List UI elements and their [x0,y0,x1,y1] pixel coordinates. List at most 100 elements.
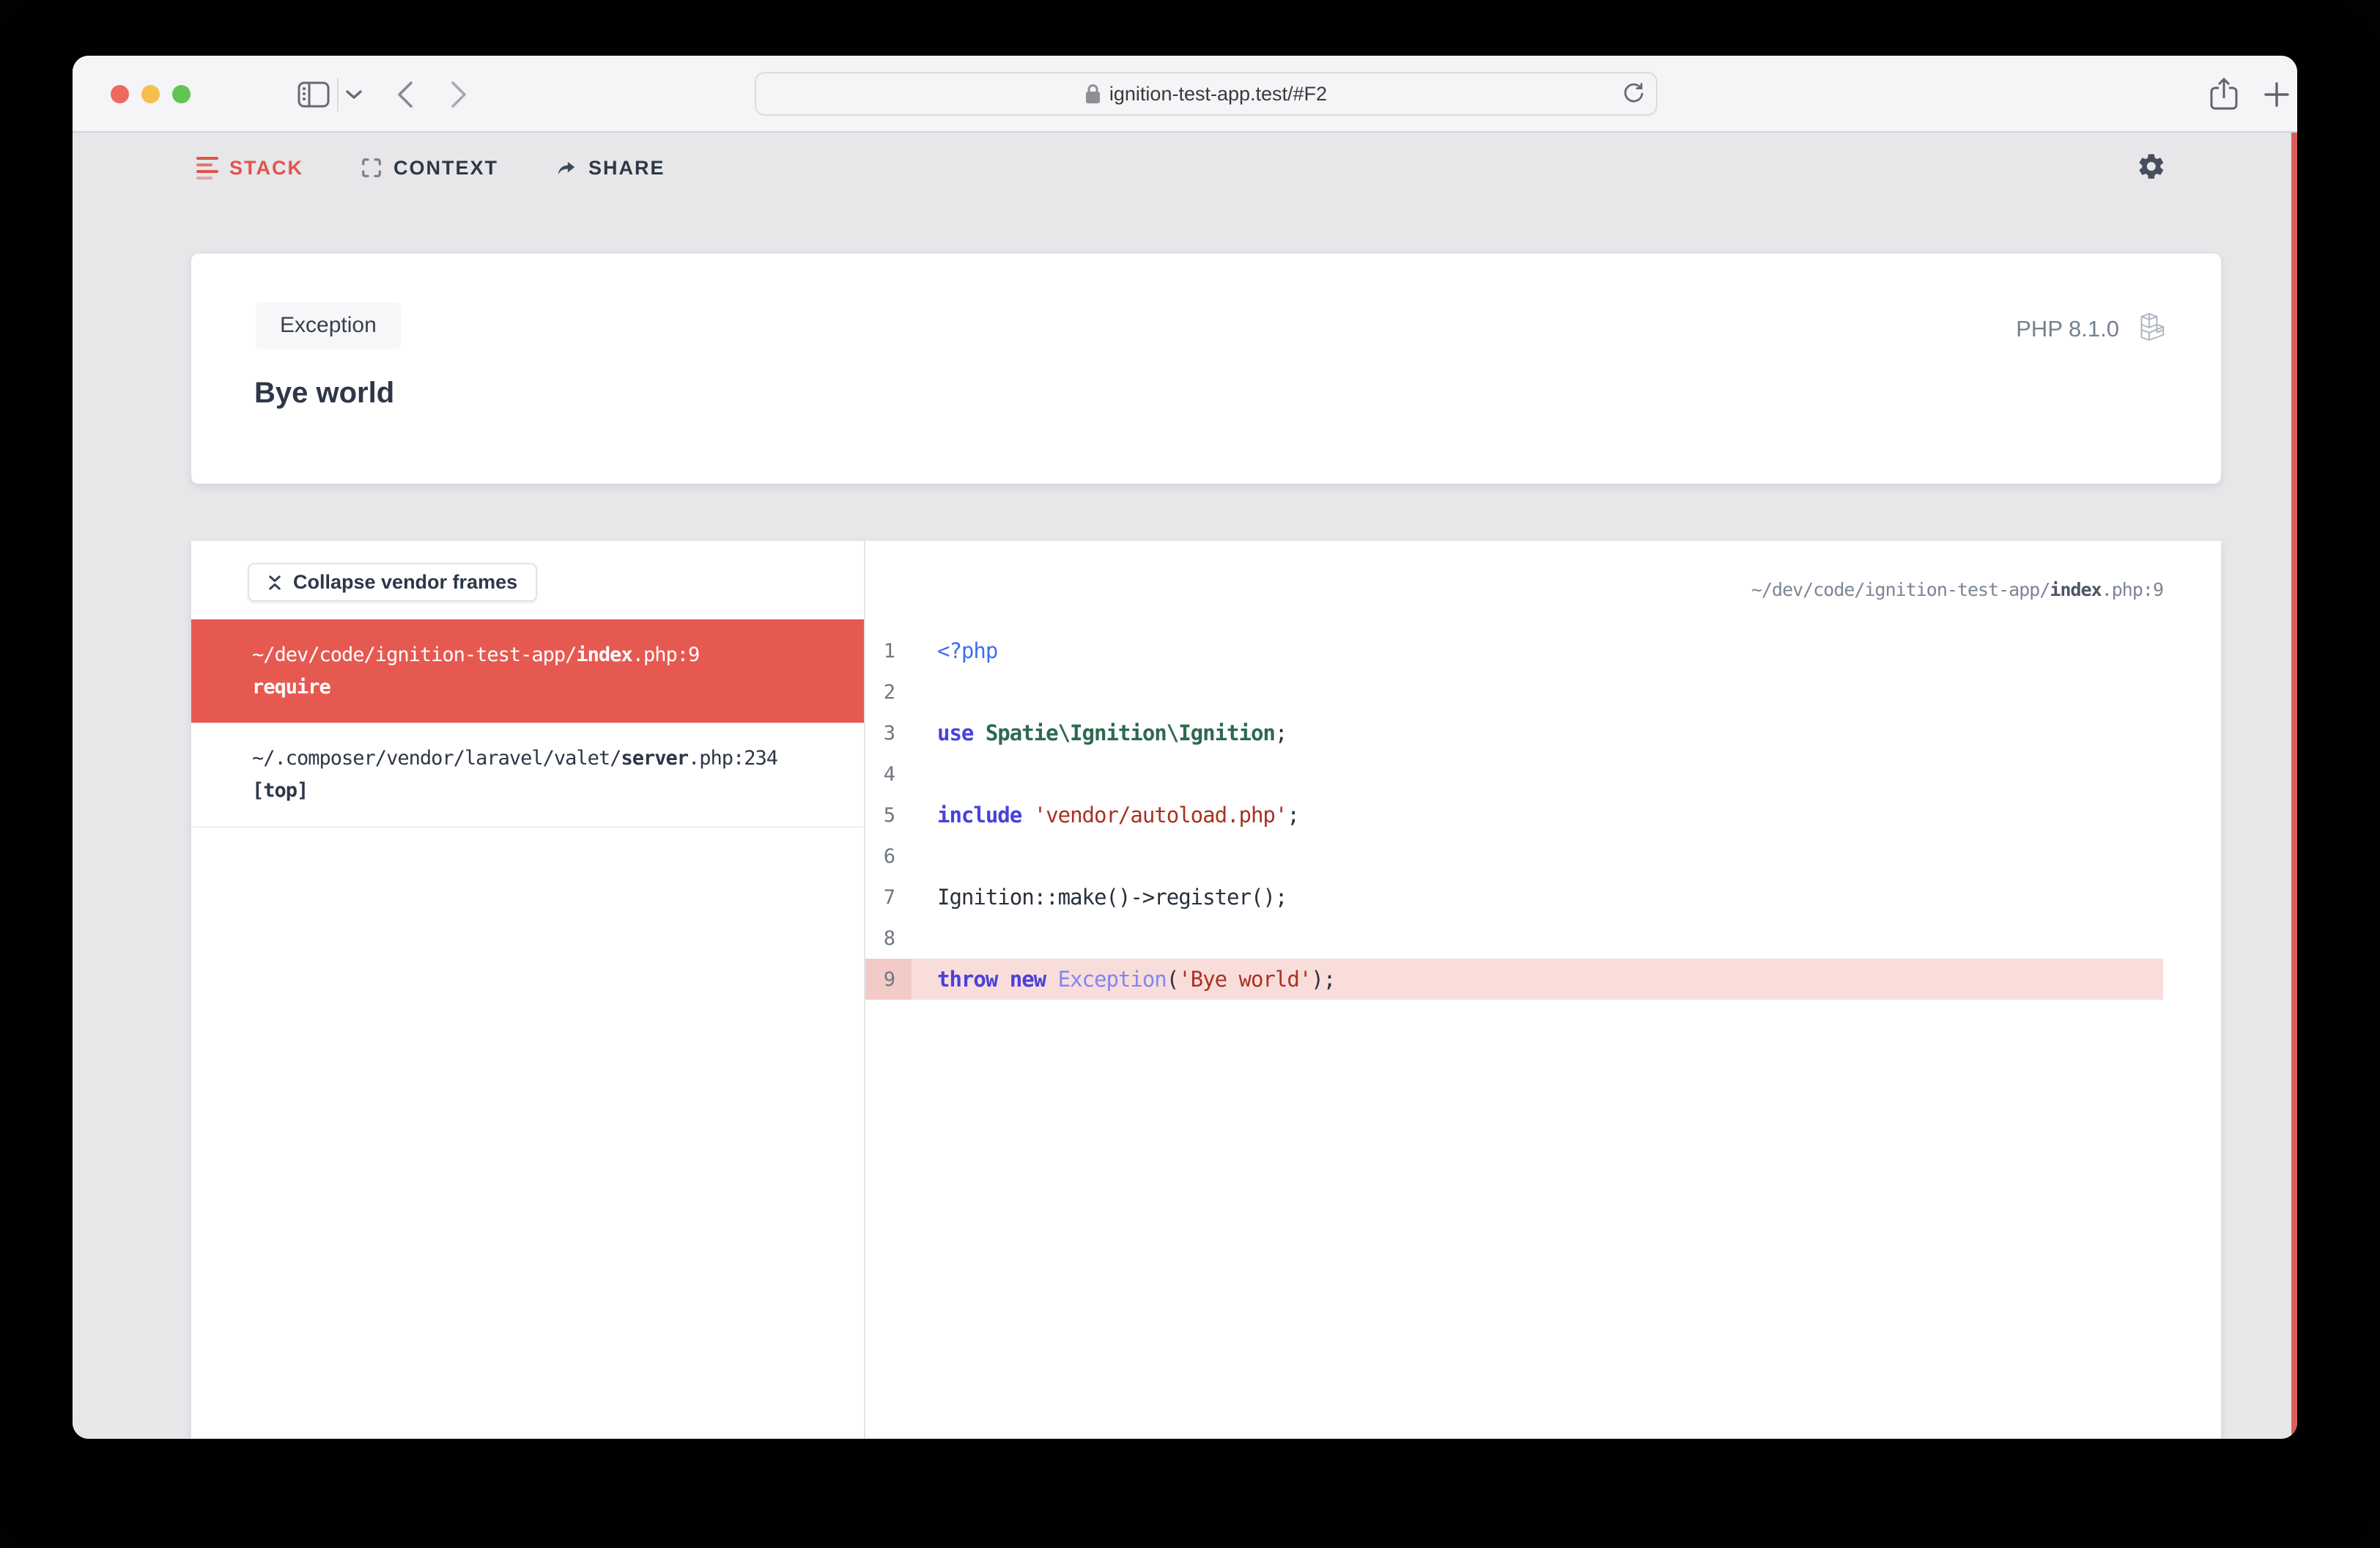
collapse-vendor-frames-label: Collapse vendor frames [293,571,518,593]
frame-file-path: ~/.composer/vendor/laravel/valet/server.… [252,747,846,770]
plus-icon [2264,81,2289,107]
code-line-highlighted: 9 throw new Exception('Bye world'); [865,959,2163,1000]
code-line: 4 [865,753,2163,795]
chevron-right-icon [451,81,466,108]
stack-frame[interactable]: ~/.composer/vendor/laravel/valet/server.… [191,723,864,828]
stack-frames-panel: Collapse vendor frames ~/dev/code/igniti… [191,541,865,1439]
line-number: 5 [883,803,895,827]
reload-icon [1624,83,1644,103]
window-controls [111,85,191,103]
back-button[interactable] [389,56,421,133]
exception-card: Exception Bye world PHP 8.1.0 [191,254,2221,484]
share-icon [2210,77,2238,109]
frame-path-file: index [576,644,632,666]
tab-stack-label: STACK [229,156,303,179]
lock-icon [1085,84,1100,103]
tab-share-label: SHARE [588,156,665,179]
collapse-icon [269,575,281,590]
stack-frame-active[interactable]: ~/dev/code/ignition-test-app/index.php:9… [191,619,864,723]
code-text: include 'vendor/autoload.php'; [912,795,2163,836]
stack-trace-section: Collapse vendor frames ~/dev/code/igniti… [191,541,2221,1439]
code-token: Ignition::make()->register(); [937,885,1287,910]
code-snippet-panel: ~/dev/code/ignition-test-app/index.php:9… [865,541,2221,1439]
code-text: throw new Exception('Bye world'); [912,959,2163,1000]
tab-stack[interactable]: STACK [196,156,303,180]
zoom-window-button[interactable] [172,85,191,103]
line-number: 7 [883,885,895,909]
exception-message: Bye world [254,377,395,409]
chevron-left-icon [398,81,413,108]
line-number: 2 [883,680,895,704]
laravel-icon [2140,313,2165,341]
line-number: 3 [883,721,895,745]
code-token: throw new [937,967,1058,992]
address-bar[interactable]: ignition-test-app.test/#F2 [755,72,1658,116]
url-text: ignition-test-app.test/#F2 [1109,82,1328,105]
page-scrollbar[interactable] [2291,133,2297,1439]
code-line: 2 [865,671,2163,712]
code-line: 8 [865,918,2163,959]
sidebar-icon [298,81,330,107]
frame-path-suffix: .php:9 [632,644,701,666]
code-line: 5 include 'vendor/autoload.php'; [865,795,2163,836]
line-number: 4 [883,762,895,786]
toolbar-separator [337,78,339,111]
code-path-prefix: ~/dev/code/ignition-test-app/ [1751,579,2050,600]
chevron-down-icon [346,89,362,99]
settings-button[interactable] [2137,152,2169,184]
line-number: 8 [883,926,895,950]
frame-method: require [252,676,331,699]
code-lines: 1 <?php 2 3 use Spatie\Ignition\Ignition; 4 5 i… [865,630,2163,1000]
frame-method: [top] [252,779,308,802]
code-token: Spatie\Ignition\Ignition [985,720,1276,745]
minimize-window-button[interactable] [141,85,160,103]
line-number: 1 [883,639,895,663]
code-line: 6 [865,836,2163,877]
code-text: use Spatie\Ignition\Ignition; [912,712,2163,753]
code-token: ; [1287,803,1299,828]
code-file-path: ~/dev/code/ignition-test-app/index.php:9 [1751,579,2164,600]
address-bar-content: ignition-test-app.test/#F2 [1085,83,1327,106]
tab-context[interactable]: CONTEXT [361,157,498,180]
code-token: Exception [1057,967,1167,992]
code-token: 'Bye world' [1178,967,1312,992]
code-path-suffix: .php:9 [2101,579,2164,600]
context-brackets-icon [362,158,381,177]
frame-path-file: server [621,747,689,770]
line-number: 9 [865,959,912,1000]
tab-share[interactable]: SHARE [555,157,665,180]
gear-icon [2139,154,2164,179]
exception-class-badge: Exception [256,302,401,349]
code-token: use [937,720,986,745]
frame-path-prefix: ~/.composer/vendor/laravel/valet/ [252,747,621,770]
code-line: 7 Ignition::make()->register(); [865,877,2163,918]
sidebar-dropdown-button[interactable] [341,56,367,133]
page-content: STACK CONTEXT SHARE Exception Bye world … [73,133,2297,1439]
code-line: 1 <?php [865,630,2163,671]
code-token: ; [1274,720,1287,745]
reload-button[interactable] [1622,82,1644,106]
code-token: ); [1311,967,1336,992]
code-token: include [937,803,1034,828]
browser-window: ignition-test-app.test/#F2 STACK CONTEXT… [73,56,2297,1439]
code-line: 3 use Spatie\Ignition\Ignition; [865,712,2163,753]
code-text: <?php [912,630,2163,671]
forward-button[interactable] [443,56,475,133]
stack-list-icon [196,156,218,180]
tab-context-label: CONTEXT [393,156,499,179]
sidebar-toggle-button[interactable] [296,56,331,133]
new-tab-button[interactable] [2258,56,2296,133]
ignition-nav: STACK CONTEXT SHARE [196,146,2169,190]
share-page-button[interactable] [2205,56,2243,133]
collapse-vendor-frames-button[interactable]: Collapse vendor frames [248,563,538,602]
code-path-file: index [2050,579,2102,600]
screenshot-canvas: ignition-test-app.test/#F2 STACK CONTEXT… [0,0,2380,1548]
close-window-button[interactable] [111,85,129,103]
frame-file-path: ~/dev/code/ignition-test-app/index.php:9 [252,644,846,666]
browser-toolbar: ignition-test-app.test/#F2 [73,56,2297,133]
stack-frame-list: ~/dev/code/ignition-test-app/index.php:9… [191,619,864,828]
